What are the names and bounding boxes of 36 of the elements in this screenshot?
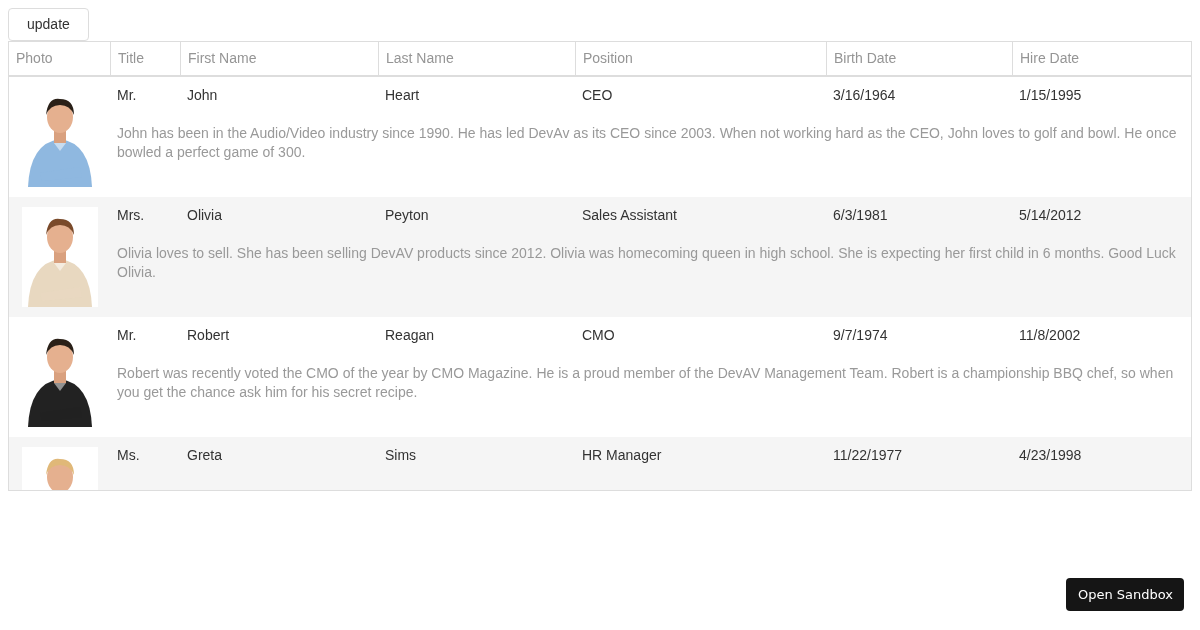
column-header[interactable]: First Name	[180, 42, 378, 75]
table-cell: Robert	[187, 326, 230, 343]
column-header[interactable]: Hire Date	[1012, 42, 1191, 75]
table-cell: Ms.	[117, 446, 140, 463]
table-cell: Peyton	[385, 206, 429, 223]
table-cell: 6/3/1981	[833, 206, 888, 223]
employee-notes: Olivia loves to sell. She has been selling DevAV products since 2012. Olivia was homecoming queen in high school. She is expecting her first child in 6 months. Good Luck Olivia.	[116, 244, 1177, 282]
table-cell: 1/15/1995	[1019, 86, 1082, 103]
table-cell: Sims	[385, 446, 417, 463]
table-cell: Mrs.	[117, 206, 145, 223]
table-cell: Mr.	[117, 86, 137, 103]
table-cell: 9/7/1974	[833, 326, 888, 343]
column-header[interactable]: Photo	[9, 42, 110, 75]
column-header[interactable]: Birth Date	[826, 42, 1012, 75]
table-cell: CMO	[582, 326, 615, 343]
table-cell: 11/22/1977	[833, 446, 903, 463]
employee-notes: John has been in the Audio/Video industry since 1990. He has led DevAv as its CEO since 2003. When not working hard as the CEO, John loves to golf and bowl. He once bowled a perfect game of 300.	[116, 124, 1178, 162]
table-cell: HR Manager	[582, 446, 662, 463]
column-header[interactable]: Title	[110, 42, 180, 75]
column-header[interactable]: Last Name	[378, 42, 575, 75]
table-cell: Heart	[385, 86, 420, 103]
update-button[interactable]: update	[8, 8, 89, 41]
table-cell: Reagan	[385, 326, 435, 343]
open-sandbox-button[interactable]: Open Sandbox	[1066, 578, 1184, 611]
table-cell: CEO	[582, 86, 613, 103]
employee-notes: Robert was recently voted the CMO of the year by CMO Magazine. He is a proud member of the DevAV Management Team. Robert is a championship BBQ chef, so when you get the chance ask him for his secret recipe.	[116, 364, 1175, 402]
table-cell: 11/8/2002	[1019, 326, 1081, 343]
column-header[interactable]: Position	[575, 42, 826, 75]
table-cell: 5/14/2012	[1019, 206, 1082, 223]
table-cell: Mr.	[117, 326, 137, 343]
table-cell: 3/16/1964	[833, 86, 896, 103]
table-cell: John	[187, 86, 218, 103]
table-cell: 4/23/1998	[1019, 446, 1082, 463]
table-cell: Sales Assistant	[582, 206, 677, 223]
table-cell: Greta	[187, 446, 222, 463]
table-cell: Olivia	[187, 206, 222, 223]
